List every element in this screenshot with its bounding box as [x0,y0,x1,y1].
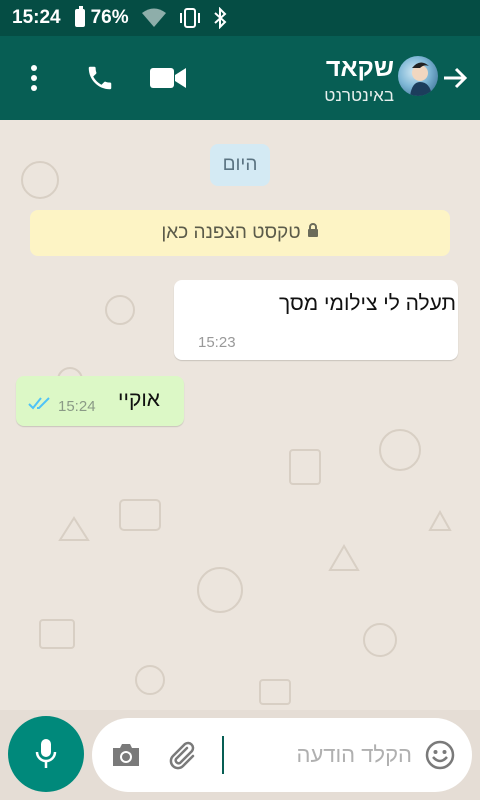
message-text: תעלה לי צילומי מסך [279,292,456,315]
emoji-icon[interactable] [422,718,458,792]
lock-icon [307,222,319,244]
encryption-notice[interactable]: טקסט הצפנה כאן [30,210,450,256]
contact-status: באינטרנט [324,86,394,105]
phone-icon[interactable] [80,36,120,120]
message-time: 15:23 [198,334,236,351]
bluetooth-icon [213,7,227,29]
message-input[interactable] [222,736,412,774]
mic-button[interactable] [8,716,84,792]
mic-icon [35,739,57,768]
read-ticks-icon [28,396,52,415]
avatar[interactable] [398,56,438,96]
contact-name[interactable]: שקאד [326,54,394,83]
video-call-icon[interactable] [146,36,190,120]
attach-icon[interactable] [164,718,200,792]
vibrate-icon [177,7,203,29]
back-arrow-icon[interactable] [440,36,470,120]
wifi-icon [141,8,167,28]
status-bar: 15:24 76% [0,0,480,36]
status-time: 15:24 [12,7,61,28]
camera-icon[interactable] [108,718,144,792]
encryption-text: טקסט הצפנה כאן [161,222,301,243]
message-composer[interactable] [92,718,472,792]
battery-percent: 76% [90,7,129,28]
chat-header: שקאד באינטרנט [0,36,480,120]
message-time: 15:24 [58,398,96,415]
message-incoming[interactable]: תעלה לי צילומי מסך 15:23 [174,280,458,360]
message-outgoing[interactable]: אוקיי 15:24 [16,376,184,426]
battery-icon [74,6,85,27]
more-options-icon[interactable] [16,36,52,120]
date-chip: היום [210,144,270,186]
message-text: אוקיי [118,388,160,411]
chat-area[interactable]: היום טקסט הצפנה כאן תעלה לי צילומי מסך 1… [0,120,480,710]
